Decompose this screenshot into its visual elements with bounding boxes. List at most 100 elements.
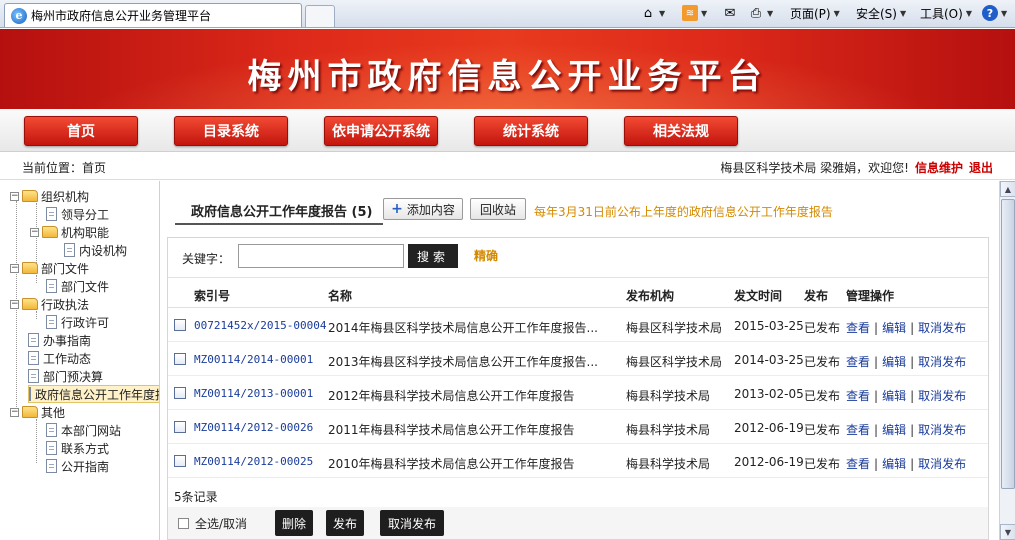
folder-icon xyxy=(42,226,58,238)
page-menu[interactable]: 页面(P) ▼ xyxy=(790,3,840,23)
row-checkbox[interactable] xyxy=(174,353,186,365)
tree-node-contact[interactable]: 联系方式 xyxy=(46,439,109,457)
view-link[interactable]: 查看 xyxy=(846,457,870,471)
row-checkbox[interactable] xyxy=(174,387,186,399)
nav-request-system[interactable]: 依申请公开系统 xyxy=(324,116,438,146)
page-menu-label: 页面(P) xyxy=(790,6,831,21)
row-actions: 查看 | 编辑 | 取消发布 xyxy=(846,423,967,437)
unpublish-link[interactable]: 取消发布 xyxy=(918,389,966,403)
exact-match-toggle[interactable]: 精确 xyxy=(474,247,498,264)
scroll-thumb[interactable] xyxy=(1001,199,1015,489)
tree-node-leadership[interactable]: 领导分工 xyxy=(46,205,109,223)
view-link[interactable]: 查看 xyxy=(846,423,870,437)
edit-link[interactable]: 编辑 xyxy=(882,321,906,335)
nav-regulations[interactable]: 相关法规 xyxy=(624,116,738,146)
row-org: 梅县科学技术局 xyxy=(626,457,711,471)
tree-node-label: 行政执法 xyxy=(41,297,90,312)
edit-link[interactable]: 编辑 xyxy=(882,423,906,437)
nav-statistics-system[interactable]: 统计系统 xyxy=(474,116,588,146)
tree-node-functions[interactable]: − 机构职能 xyxy=(30,223,109,241)
unpublish-link[interactable]: 取消发布 xyxy=(918,321,966,335)
tree-node-other[interactable]: − 其他 xyxy=(10,403,65,421)
tree-node-label: 政府信息公开工作年度报告 xyxy=(35,387,159,402)
collapse-icon[interactable]: − xyxy=(10,191,19,201)
help-button[interactable]: ? ▼ xyxy=(982,3,1007,23)
row-index: 00721452x/2015-00004 xyxy=(194,319,327,332)
nav-catalog-system[interactable]: 目录系统 xyxy=(174,116,288,146)
view-link[interactable]: 查看 xyxy=(846,355,870,369)
plus-icon: + xyxy=(391,201,403,217)
tools-menu[interactable]: 工具(O) ▼ xyxy=(920,3,972,23)
column-ops: 管理操作 xyxy=(846,289,895,303)
collapse-icon[interactable]: − xyxy=(10,263,19,273)
unpublish-link[interactable]: 取消发布 xyxy=(918,457,966,471)
collapse-icon[interactable]: − xyxy=(10,407,19,417)
tree-node-dept-docs[interactable]: − 部门文件 xyxy=(10,259,89,277)
tree-node-org[interactable]: − 组织机构 xyxy=(10,187,89,205)
row-checkbox[interactable] xyxy=(174,319,186,331)
edit-link[interactable]: 编辑 xyxy=(882,389,906,403)
recycle-bin-button[interactable]: 回收站 xyxy=(470,198,526,220)
unpublish-link[interactable]: 取消发布 xyxy=(918,355,966,369)
record-count: 5条记录 xyxy=(174,490,218,504)
tree-node-licensing[interactable]: 行政许可 xyxy=(46,313,109,331)
nav-home[interactable]: 首页 xyxy=(24,116,138,146)
table-row: MZ00114/2013-00001 2012年梅县科学技术局信息公开工作年度报… xyxy=(168,376,988,410)
unpublish-link[interactable]: 取消发布 xyxy=(918,423,966,437)
view-link[interactable]: 查看 xyxy=(846,321,870,335)
browser-toolbar: e 梅州市政府信息公开业务管理平台 ⌂ ▼ ≋ ▼ ✉ ⎙ ▼ 页面(P) ▼ 安全(S… xyxy=(0,0,1015,28)
edit-link[interactable]: 编辑 xyxy=(882,355,906,369)
collapse-icon[interactable]: − xyxy=(10,299,19,309)
mail-button[interactable]: ✉ xyxy=(722,3,738,23)
new-tab-button[interactable] xyxy=(305,5,335,27)
content-panel: 政府信息公开工作年度报告 (5) + 添加内容 回收站 每年3月31日前公布上年度… xyxy=(161,181,999,540)
row-org: 梅县区科学技术局 xyxy=(626,321,723,335)
chevron-down-icon: ▼ xyxy=(701,8,708,18)
browser-tab[interactable]: e 梅州市政府信息公开业务管理平台 xyxy=(4,3,302,27)
search-button[interactable]: 搜索 xyxy=(408,244,458,268)
unpublish-button[interactable]: 取消发布 xyxy=(380,510,444,536)
logout-link[interactable]: 退出 xyxy=(969,159,993,176)
tree-node-label: 行政许可 xyxy=(61,315,110,330)
scroll-up-button[interactable]: ▲ xyxy=(1000,181,1015,197)
document-icon xyxy=(46,279,57,293)
select-all-label: 全选/取消 xyxy=(195,517,248,531)
select-all-toggle[interactable]: 全选/取消 xyxy=(178,515,247,532)
row-status: 已发布 xyxy=(804,355,841,369)
publish-button[interactable]: 发布 xyxy=(326,510,364,536)
site-banner: 梅州市政府信息公开业务平台 xyxy=(0,29,1015,109)
home-button[interactable]: ⌂ ▼ xyxy=(640,3,665,23)
row-name: 2012年梅县科学技术局信息公开工作年度报告 xyxy=(328,389,575,403)
tree-node-website[interactable]: 本部门网站 xyxy=(46,421,121,439)
row-checkbox[interactable] xyxy=(174,455,186,467)
safety-menu[interactable]: 安全(S) ▼ xyxy=(856,3,906,23)
scroll-down-button[interactable]: ▼ xyxy=(1000,524,1015,540)
add-content-button[interactable]: + 添加内容 xyxy=(383,198,463,220)
keyword-input[interactable] xyxy=(238,244,404,268)
edit-link[interactable]: 编辑 xyxy=(882,457,906,471)
delete-button[interactable]: 删除 xyxy=(275,510,313,536)
table-row: MZ00114/2012-00026 2011年梅县科学技术局信息公开工作年度报… xyxy=(168,410,988,444)
row-index: MZ00114/2013-00001 xyxy=(194,387,314,400)
print-button[interactable]: ⎙ ▼ xyxy=(748,3,773,23)
tree-node-news[interactable]: 工作动态 xyxy=(28,349,91,367)
tree-node-budget[interactable]: 部门预决算 xyxy=(28,367,103,385)
tree-node-disclosure-guide[interactable]: 公开指南 xyxy=(46,457,109,475)
tree-node-annual-report[interactable]: 政府信息公开工作年度报告 xyxy=(28,385,159,403)
tree-node-guide[interactable]: 办事指南 xyxy=(28,331,91,349)
tree-node-enforcement[interactable]: − 行政执法 xyxy=(10,295,89,313)
select-all-checkbox[interactable] xyxy=(178,518,189,529)
tree-node-dept-docs-child[interactable]: 部门文件 xyxy=(46,277,109,295)
row-checkbox[interactable] xyxy=(174,421,186,433)
tree-node-internal[interactable]: 内设机构 xyxy=(64,241,127,259)
row-actions: 查看 | 编辑 | 取消发布 xyxy=(846,389,967,403)
safety-menu-label: 安全(S) xyxy=(856,6,897,21)
tab-annual-report[interactable]: 政府信息公开工作年度报告 (5) xyxy=(191,201,372,220)
tree-node-label: 领导分工 xyxy=(61,207,110,222)
vertical-scrollbar[interactable]: ▲ ▼ xyxy=(999,181,1015,540)
view-link[interactable]: 查看 xyxy=(846,389,870,403)
feeds-button[interactable]: ≋ ▼ xyxy=(682,3,707,23)
collapse-icon[interactable]: − xyxy=(30,227,39,237)
keyword-label: 关键字： xyxy=(182,252,231,266)
info-maintenance-link[interactable]: 信息维护 xyxy=(915,159,963,176)
